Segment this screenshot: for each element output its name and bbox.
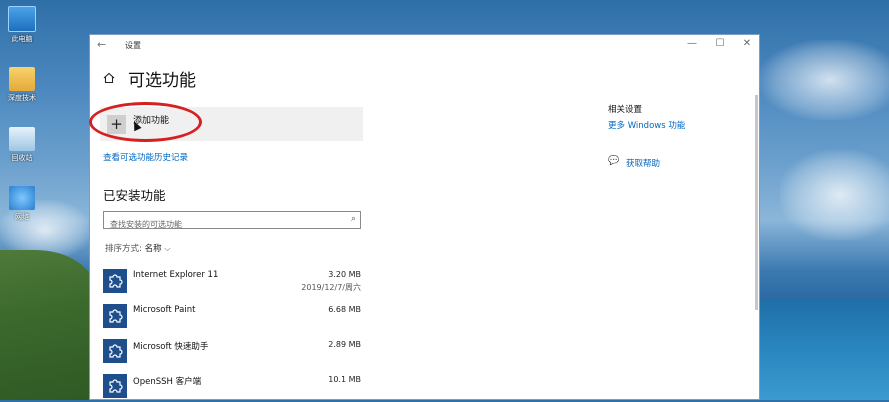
feature-item[interactable]: Internet Explorer 11 3.20 MB 2019/12/7/周…	[103, 267, 361, 297]
desktop-sea	[760, 300, 889, 400]
home-icon[interactable]	[103, 72, 115, 84]
feature-name: Internet Explorer 11	[133, 270, 219, 280]
desktop-icon-label: 此电脑	[11, 35, 33, 43]
search-box: ⌕	[103, 211, 361, 233]
desktop-icon-label: 回收站	[11, 154, 33, 162]
get-help-link[interactable]: 获取帮助	[626, 157, 660, 169]
back-arrow-icon[interactable]: ←	[97, 38, 106, 51]
sort-label: 排序方式:	[105, 244, 142, 254]
view-history-link[interactable]: 查看可选功能历史记录	[103, 151, 188, 163]
sort-value: 名称	[144, 244, 162, 254]
more-windows-features-link[interactable]: 更多 Windows 功能	[608, 119, 685, 131]
minimize-button[interactable]: —	[682, 38, 702, 49]
feature-name: OpenSSH 客户端	[133, 377, 202, 387]
feature-item[interactable]: Microsoft 快速助手 2.89 MB	[103, 337, 361, 367]
scrollbar[interactable]	[755, 95, 758, 310]
recycle-bin-icon	[9, 127, 35, 151]
feature-item[interactable]: Microsoft Paint 6.68 MB	[103, 302, 361, 332]
desktop-icon-this-pc[interactable]: 此电脑	[2, 6, 42, 44]
desktop-icon-label: 深度技术	[8, 94, 36, 102]
sort-control[interactable]: 排序方式: 名称 ⌵	[105, 242, 171, 254]
feature-size: 3.20 MB	[328, 270, 361, 279]
feature-size: 6.68 MB	[328, 305, 361, 314]
related-settings-panel: 相关设置 更多 Windows 功能	[608, 103, 685, 131]
help-chat-icon: 💬	[608, 156, 620, 166]
puzzle-piece-icon	[103, 304, 127, 328]
desktop-icon-folder[interactable]: 深度技术	[2, 67, 42, 103]
sky-cloud	[780, 150, 889, 240]
computer-icon	[8, 6, 36, 32]
maximize-button[interactable]: ☐	[710, 38, 730, 49]
desktop-icon-recycle-bin[interactable]: 回收站	[2, 127, 42, 163]
chevron-down-icon: ⌵	[164, 244, 171, 254]
desktop-icon-network[interactable]: 网络	[2, 186, 42, 222]
title-bar: ← 设置 — ☐ ✕	[90, 35, 759, 57]
feature-name: Microsoft 快速助手	[133, 342, 209, 352]
search-input[interactable]	[104, 216, 351, 233]
page-title: 可选功能	[128, 71, 196, 91]
puzzle-piece-icon	[103, 269, 127, 293]
feature-size: 10.1 MB	[328, 375, 361, 384]
feature-name: Microsoft Paint	[133, 305, 196, 315]
sky-cloud	[760, 40, 889, 120]
close-button[interactable]: ✕	[737, 38, 757, 49]
settings-window: ← 设置 — ☐ ✕ 可选功能 + 添加功能 查看可选功能历史记录 已安装功能 …	[89, 34, 760, 400]
highlight-annotation-oval	[89, 102, 202, 142]
feature-item[interactable]: OpenSSH 客户端 10.1 MB	[103, 372, 361, 402]
feature-date: 2019/12/7/周六	[301, 283, 361, 292]
network-icon	[9, 186, 35, 210]
desktop-hill	[0, 250, 95, 400]
folder-icon	[9, 67, 35, 91]
feature-size: 2.89 MB	[328, 340, 361, 349]
puzzle-piece-icon	[103, 374, 127, 398]
installed-features-heading: 已安装功能	[103, 188, 166, 203]
desktop-icon-label: 网络	[15, 213, 29, 221]
related-settings-heading: 相关设置	[608, 105, 643, 115]
window-title: 设置	[125, 41, 141, 50]
search-icon[interactable]: ⌕	[351, 214, 356, 224]
puzzle-piece-icon	[103, 339, 127, 363]
